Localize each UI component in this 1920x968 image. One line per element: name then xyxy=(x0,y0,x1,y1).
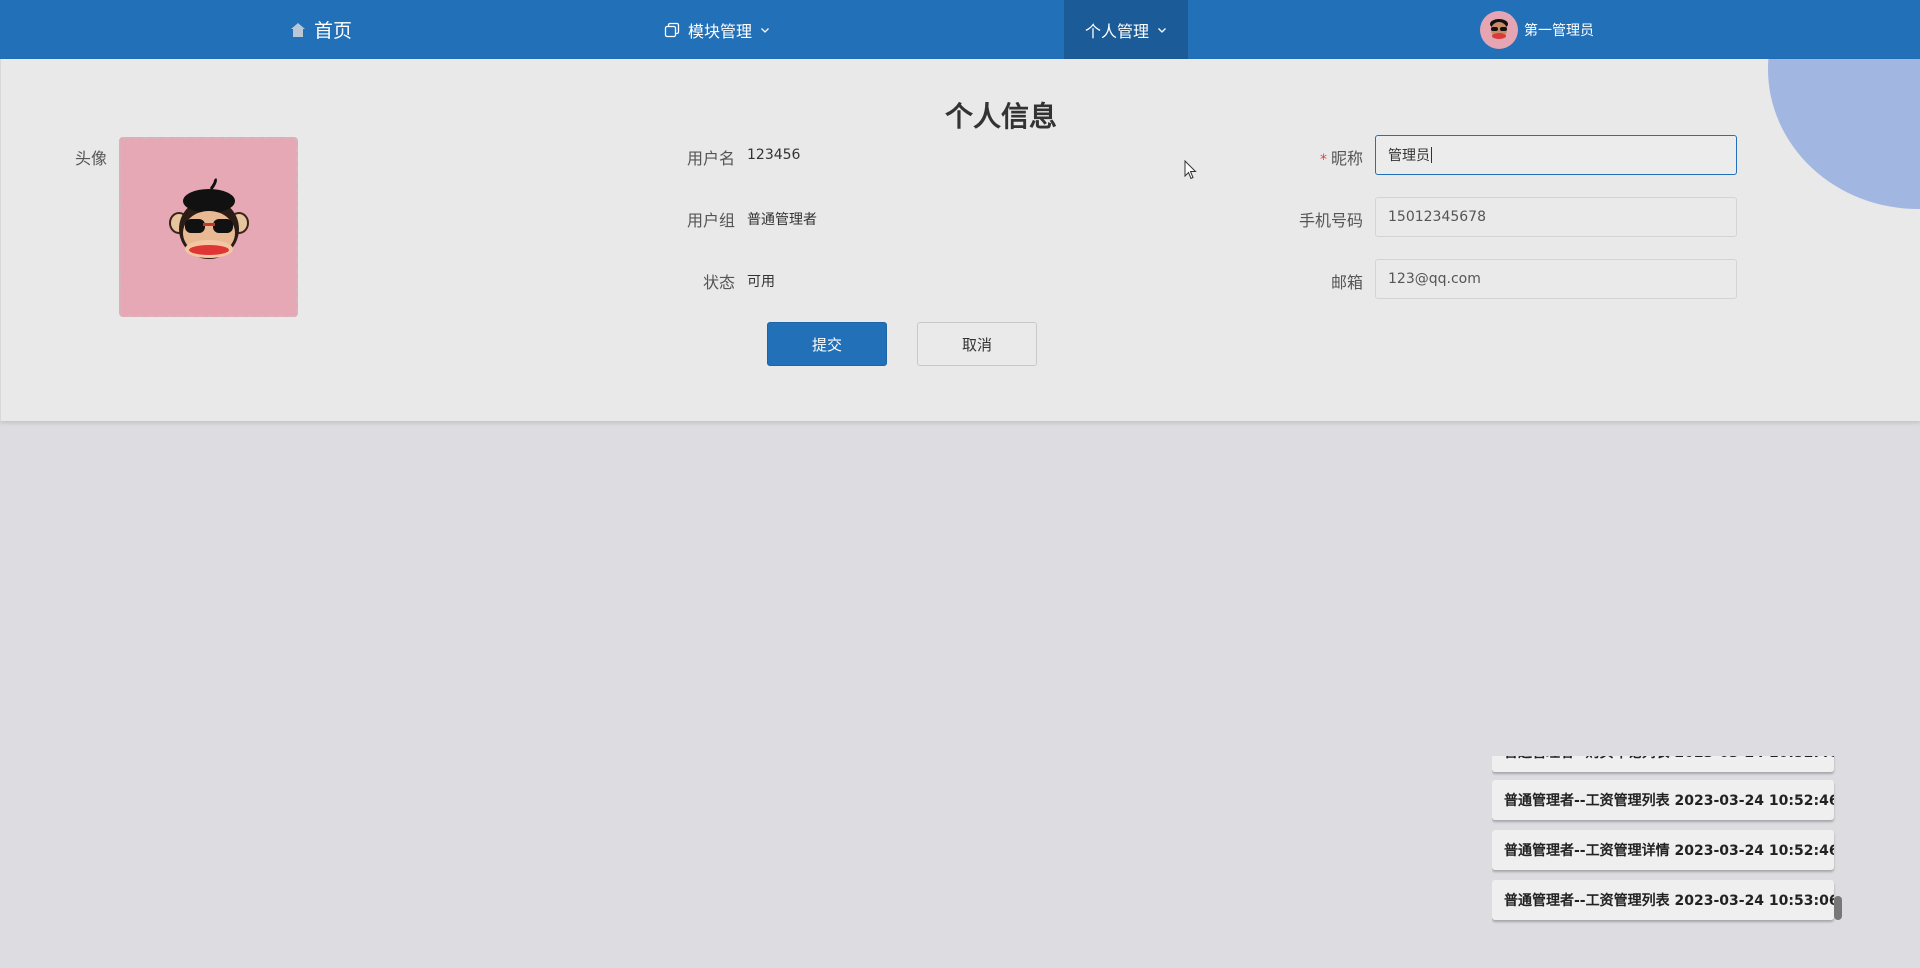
status-value: 可用 xyxy=(747,274,775,290)
operation-log-list[interactable]: 普通管理者--购买车记列表 2023-03-24 10:52:46 普通管理者-… xyxy=(1492,756,1842,924)
email-input[interactable]: 123@qq.com xyxy=(1375,259,1737,299)
status-label: 状态 xyxy=(702,273,735,292)
log-scrollbar[interactable] xyxy=(1834,756,1842,924)
nav-modules-label: 模块管理 xyxy=(688,21,753,41)
nav-user-menu[interactable]: 第一管理员 xyxy=(1480,0,1594,59)
page-title: 个人信息 xyxy=(1,95,1920,135)
nickname-input[interactable]: 管理员 xyxy=(1375,135,1737,175)
mouse-cursor-icon xyxy=(1184,160,1197,180)
user-avatar xyxy=(1480,10,1518,49)
log-item: 普通管理者--工资管理列表 2023-03-24 10:53:06 xyxy=(1492,880,1834,920)
copy-icon xyxy=(664,22,680,38)
user-name: 第一管理员 xyxy=(1524,22,1594,39)
log-item: 普通管理者--购买车记列表 2023-03-24 10:52:46 xyxy=(1492,756,1834,772)
nav-personal-label: 个人管理 xyxy=(1084,21,1149,41)
username-label: 用户名 xyxy=(686,149,735,168)
phone-label: 手机号码 xyxy=(1298,211,1363,230)
required-mark: * xyxy=(1319,152,1327,168)
nickname-label-text: 昵称 xyxy=(1330,149,1363,168)
cancel-button[interactable]: 取消 xyxy=(917,322,1037,366)
nav-home[interactable]: 首页 xyxy=(290,0,352,59)
log-item: 普通管理者--工资管理列表 2023-03-24 10:52:46 xyxy=(1492,780,1834,820)
nav-home-label: 首页 xyxy=(314,20,353,42)
top-navbar: 首页 模块管理 个人管理 第一管理员 xyxy=(0,0,1920,59)
log-item: 普通管理者--工资管理详情 2023-03-24 10:52:46 xyxy=(1492,830,1834,870)
chevron-down-icon xyxy=(1157,25,1167,35)
monkey-avatar-image xyxy=(168,177,249,259)
username-value: 123456 xyxy=(747,147,801,163)
log-scrollbar-thumb[interactable] xyxy=(1834,896,1842,920)
personal-info-panel: 个人信息 头像 用户名 123456 用户组 普通管理者 状态 可用 * 昵称 管… xyxy=(0,59,1920,421)
text-caret xyxy=(1431,147,1432,163)
phone-input[interactable]: 15012345678 xyxy=(1375,197,1737,237)
chevron-down-icon xyxy=(760,25,770,35)
avatar-upload[interactable] xyxy=(119,137,298,317)
phone-input-value: 15012345678 xyxy=(1388,209,1486,225)
user-group-label: 用户组 xyxy=(686,211,735,230)
avatar-label: 头像 xyxy=(74,149,107,168)
page-title-text: 个人信息 xyxy=(944,100,1057,133)
email-input-value: 123@qq.com xyxy=(1388,271,1481,287)
nickname-label: * 昵称 xyxy=(1261,145,1363,169)
nav-personal-management[interactable]: 个人管理 xyxy=(1064,0,1188,59)
email-label: 邮箱 xyxy=(1330,273,1363,292)
user-group-value: 普通管理者 xyxy=(747,212,817,228)
nav-module-management[interactable]: 模块管理 xyxy=(664,0,770,59)
home-icon xyxy=(290,22,306,38)
nickname-input-value: 管理员 xyxy=(1388,148,1430,164)
submit-button[interactable]: 提交 xyxy=(767,322,887,366)
